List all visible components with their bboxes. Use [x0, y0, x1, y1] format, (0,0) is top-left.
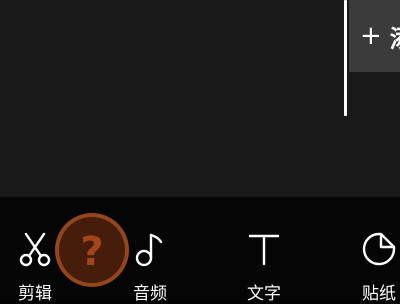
plus-icon: + — [360, 21, 382, 51]
tool-sticker-label: 贴纸 — [362, 284, 396, 304]
add-clip-label: 添 — [390, 19, 400, 54]
tool-sticker[interactable]: 贴纸 — [344, 197, 400, 304]
text-icon — [248, 234, 280, 266]
playhead[interactable] — [344, 0, 347, 116]
music-note-icon — [135, 233, 163, 267]
tool-text-label: 文字 — [247, 284, 281, 304]
add-clip-button[interactable]: + 添 — [349, 0, 400, 72]
tool-text[interactable]: 文字 — [229, 197, 299, 304]
scissors-icon — [19, 232, 51, 267]
help-icon: ? — [80, 229, 104, 275]
tool-audio-label: 音频 — [133, 284, 167, 304]
sticker-icon — [362, 232, 396, 266]
help-overlay[interactable]: ? — [55, 213, 129, 287]
timeline-area[interactable]: + 添 — [0, 0, 400, 197]
tool-edit-label: 剪辑 — [18, 284, 52, 304]
